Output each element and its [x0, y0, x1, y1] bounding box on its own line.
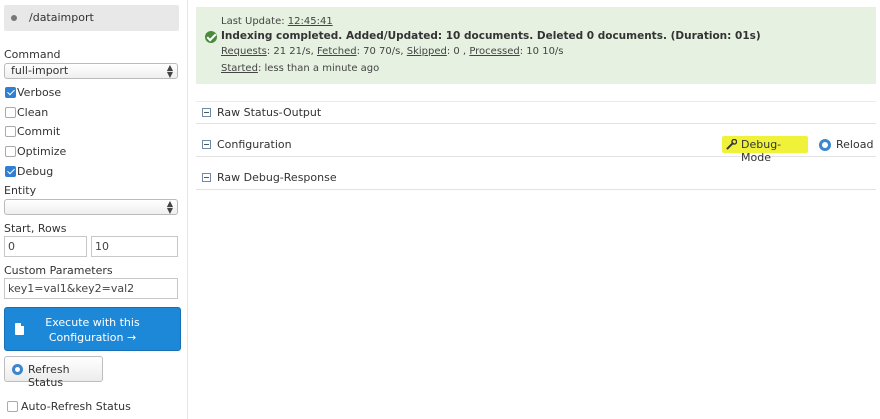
entity-select[interactable]: ▲ ▼	[4, 199, 178, 215]
checkbox-verbose-box[interactable]	[5, 87, 16, 98]
refresh-status-label: Refresh Status	[28, 363, 70, 389]
skipped-value: : 0 ,	[446, 46, 467, 57]
refresh-icon	[12, 364, 23, 375]
last-update-label: Last Update:	[221, 16, 285, 27]
started-value: : less than a minute ago	[257, 63, 380, 74]
execute-button-label-2: Configuration →	[48, 331, 137, 344]
command-label: Command	[4, 48, 61, 61]
wrench-icon	[726, 139, 737, 150]
started-label: Started	[221, 63, 258, 74]
select-arrows-icon: ▲ ▼	[166, 199, 173, 215]
section-title: Raw Status-Output	[217, 106, 322, 119]
custom-params-label: Custom Parameters	[4, 264, 113, 277]
status-counters: Requests: 21 21/s, Fetched: 70 70/s, Ski…	[221, 46, 564, 57]
execute-button-label-1: Execute with this	[45, 316, 140, 329]
status-headline: Indexing completed. Added/Updated: 10 do…	[221, 30, 761, 42]
check-circle-icon	[205, 31, 217, 43]
processed-value: : 10 10/s	[519, 46, 564, 57]
checkbox-optimize-label: Optimize	[17, 145, 67, 158]
execute-button[interactable]: Execute with this Configuration →	[4, 307, 181, 351]
checkbox-clean-label: Clean	[17, 106, 49, 119]
debug-mode-button[interactable]: Debug-Mode	[722, 136, 808, 164]
checkbox-auto-refresh-label: Auto-Refresh Status	[21, 400, 131, 413]
checkbox-optimize-box[interactable]	[5, 146, 16, 157]
custom-params-input[interactable]: key1=val1&key2=val2	[4, 278, 178, 299]
requests-value: : 21 21/s,	[266, 46, 314, 57]
section-raw-debug-response[interactable]: Raw Debug-Response	[196, 167, 876, 190]
core-header[interactable]: /dataimport	[4, 5, 179, 31]
entity-label: Entity	[4, 184, 37, 197]
command-select[interactable]: full-import ▲ ▼	[4, 63, 178, 79]
debug-mode-label: Debug-Mode	[741, 138, 782, 164]
collapse-icon[interactable]	[202, 108, 211, 117]
command-select-value: full-import	[11, 64, 69, 77]
checkbox-debug-label: Debug	[17, 165, 54, 178]
core-name: /dataimport	[29, 11, 94, 24]
core-status-icon	[11, 15, 17, 21]
skipped-label: Skipped	[406, 46, 447, 57]
checkbox-debug-box[interactable]	[5, 166, 16, 177]
reload-button[interactable]: Reload	[836, 138, 873, 151]
section-configuration[interactable]: Configuration Debug-Mode Reload	[196, 134, 876, 164]
last-update-time: 12:45:41	[287, 16, 333, 27]
checkbox-commit-label: Commit	[17, 125, 61, 138]
checkbox-auto-refresh-box[interactable]	[7, 401, 18, 412]
fetched-label: Fetched	[316, 46, 357, 57]
checkbox-verbose-label: Verbose	[17, 86, 62, 99]
section-title: Raw Debug-Response	[217, 171, 337, 184]
checkbox-clean-box[interactable]	[5, 107, 16, 118]
collapse-icon[interactable]	[202, 140, 211, 149]
processed-label: Processed	[469, 46, 520, 57]
fetched-value: : 70 70/s,	[356, 46, 404, 57]
started-line: Started: less than a minute ago	[221, 63, 379, 74]
section-title: Configuration	[217, 138, 292, 151]
last-update: Last Update: 12:45:41	[221, 16, 333, 27]
rows-input[interactable]: 10	[91, 236, 178, 257]
collapse-icon[interactable]	[202, 173, 211, 182]
start-input[interactable]: 0	[4, 236, 87, 257]
section-raw-status-output[interactable]: Raw Status-Output	[196, 101, 876, 124]
reload-icon[interactable]	[819, 139, 831, 151]
select-arrows-icon: ▲ ▼	[166, 63, 173, 79]
requests-label: Requests	[221, 46, 267, 57]
refresh-status-button[interactable]: Refresh Status	[4, 356, 103, 389]
start-rows-label: Start, Rows	[4, 222, 67, 235]
sidebar: /dataimport Command full-import ▲ ▼ Verbo…	[0, 0, 188, 419]
checkbox-commit-box[interactable]	[5, 126, 16, 137]
